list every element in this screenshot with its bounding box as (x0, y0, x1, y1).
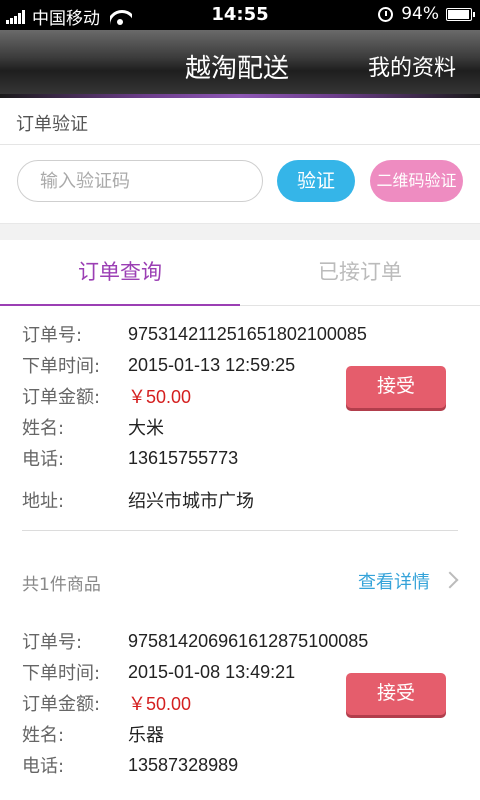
field-label: 电话: (22, 449, 65, 470)
verify-section-title: 订单验证 (16, 114, 88, 135)
field-label: 订单金额: (22, 387, 101, 408)
order-amount-row: 订单金额: ￥50.00 (22, 382, 191, 410)
accept-order-button[interactable]: 接受 (346, 673, 446, 715)
order-time: 2015-01-13 12:59:25 (128, 354, 296, 375)
my-profile-button[interactable]: 我的资料 (368, 50, 456, 82)
order-amount-row: 订单金额: ￥50.00 (22, 689, 191, 717)
field-label: 下单时间: (22, 663, 101, 684)
battery-icon (446, 7, 475, 21)
order-number: 97581420696161287510008​5 (128, 630, 369, 651)
battery-percent: 94% (401, 4, 439, 24)
order-amount: ￥50.00 (128, 387, 192, 407)
order-number-row: 订单号: 97581420696161287510008​5 (22, 627, 368, 655)
order-amount: ￥50.00 (128, 694, 192, 714)
accept-order-button[interactable]: 接受 (346, 366, 446, 408)
field-label: 订单金额: (22, 694, 101, 715)
status-bar: 中国移动 14:55 94% (0, 0, 480, 30)
alarm-clock-icon (378, 6, 394, 22)
customer-address: 绍兴市城市广场 (128, 491, 254, 511)
page-title: 越淘配送 (185, 54, 290, 84)
customer-name-row: 姓名: 大米 (22, 413, 164, 441)
view-details-link[interactable]: 查看详情 (358, 568, 430, 594)
customer-name-row: 姓名: 乐器 (22, 720, 164, 748)
field-label: 姓名: (22, 725, 65, 746)
customer-phone: 13587328989 (128, 754, 239, 775)
order-number-row: 订单号: 97531421125165180210008​5 (22, 320, 367, 348)
qr-code-verify-button[interactable]: 二维码验证 (370, 160, 463, 202)
chevron-right-icon[interactable] (441, 571, 459, 589)
field-label: 地址: (22, 491, 65, 512)
item-count-summary: 共1件商品 (22, 575, 101, 595)
tab-accepted-orders[interactable]: 已接订单 (240, 240, 480, 306)
customer-name: 大米 (128, 418, 164, 438)
divider (22, 530, 458, 531)
tab-bar: 订单查询 已接订单 (0, 240, 480, 306)
verification-code-input[interactable] (17, 160, 263, 202)
field-label: 订单号: (22, 325, 83, 346)
divider (0, 144, 480, 145)
tab-order-query[interactable]: 订单查询 (0, 240, 240, 306)
customer-phone-row: 电话: 13587328989 (22, 751, 238, 779)
status-right: 94% (378, 4, 475, 24)
order-card: 订单号: 97531421125165180210008​5 下单时间: 201… (0, 306, 480, 620)
order-number: 97531421125165180210008​5 (128, 323, 367, 344)
field-label: 订单号: (22, 632, 83, 653)
order-verify-section: 订单验证 验证 二维码验证 (0, 98, 480, 224)
order-time: 2015-01-08 13:49:21 (128, 661, 296, 682)
section-gap (0, 224, 480, 240)
app-header: 越淘配送 我的资料 (0, 30, 480, 98)
customer-phone-row: 电话: 13615755773 (22, 444, 238, 472)
order-card: 订单号: 97581420696161287510008​5 下单时间: 201… (0, 620, 480, 800)
field-label: 姓名: (22, 418, 65, 439)
customer-address-row: 地址: 绍兴市城市广场 (22, 486, 254, 514)
order-time-row: 下单时间: 2015-01-08 13:49:21 (22, 658, 295, 686)
field-label: 下单时间: (22, 356, 101, 377)
customer-phone: 13615755773 (128, 447, 239, 468)
order-time-row: 下单时间: 2015-01-13 12:59:25 (22, 351, 295, 379)
field-label: 电话: (22, 756, 65, 777)
customer-name: 乐器 (128, 725, 164, 745)
verify-button[interactable]: 验证 (277, 160, 355, 202)
